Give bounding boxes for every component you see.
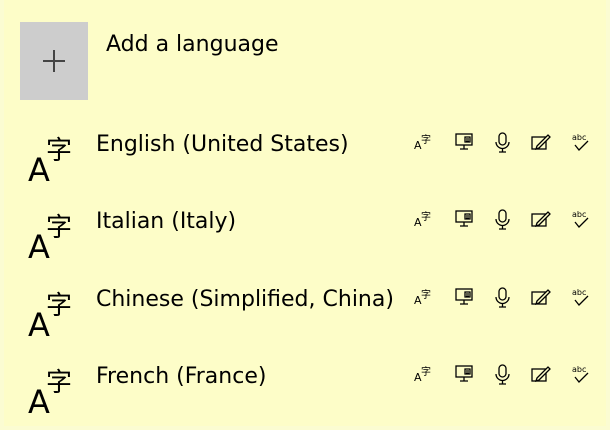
add-language-tile[interactable] bbox=[20, 22, 88, 100]
language-item-french[interactable]: A 字 French (France) A字 abc bbox=[28, 357, 598, 427]
handwriting-icon bbox=[530, 363, 552, 385]
add-language-label: Add a language bbox=[106, 32, 279, 57]
language-item-italian[interactable]: A 字 Italian (Italy) A字 abc bbox=[28, 202, 598, 272]
svg-text:abc: abc bbox=[572, 133, 586, 142]
language-character-icon: A 字 bbox=[28, 213, 72, 266]
speech-recognition-icon bbox=[492, 286, 514, 308]
svg-text:字: 字 bbox=[46, 136, 72, 166]
language-name: French (France) bbox=[96, 364, 267, 389]
display-language-icon bbox=[454, 208, 476, 230]
svg-text:abc: abc bbox=[572, 288, 586, 297]
svg-text:字: 字 bbox=[421, 133, 431, 146]
svg-text:字: 字 bbox=[46, 213, 72, 243]
language-item-chinese[interactable]: A 字 Chinese (Simplified, China) A字 abc bbox=[28, 280, 598, 350]
language-character-icon: A 字 bbox=[28, 368, 72, 421]
text-to-speech-icon: A字 bbox=[413, 131, 435, 153]
display-language-icon bbox=[454, 131, 476, 153]
svg-text:字: 字 bbox=[421, 365, 431, 378]
text-to-speech-icon: A字 bbox=[413, 208, 435, 230]
language-list: Add a language A 字 English (United State… bbox=[4, 0, 606, 426]
language-name: Italian (Italy) bbox=[96, 209, 237, 234]
text-to-speech-icon: A字 bbox=[413, 286, 435, 308]
language-name: Chinese (Simplified, China) bbox=[96, 287, 394, 312]
text-to-speech-icon: A字 bbox=[413, 363, 435, 385]
language-character-icon: A 字 bbox=[28, 136, 72, 189]
spell-check-icon: abc bbox=[570, 131, 592, 153]
svg-text:字: 字 bbox=[421, 210, 431, 223]
handwriting-icon bbox=[530, 286, 552, 308]
plus-icon bbox=[43, 50, 65, 72]
add-language-button[interactable]: Add a language bbox=[20, 22, 560, 102]
speech-recognition-icon bbox=[492, 131, 514, 153]
svg-text:字: 字 bbox=[421, 288, 431, 301]
svg-text:字: 字 bbox=[46, 291, 72, 321]
svg-text:abc: abc bbox=[572, 365, 586, 374]
speech-recognition-icon bbox=[492, 208, 514, 230]
svg-text:字: 字 bbox=[46, 368, 72, 398]
svg-text:abc: abc bbox=[572, 210, 586, 219]
spell-check-icon: abc bbox=[570, 286, 592, 308]
display-language-icon bbox=[454, 363, 476, 385]
spell-check-icon: abc bbox=[570, 363, 592, 385]
display-language-icon bbox=[454, 286, 476, 308]
speech-recognition-icon bbox=[492, 363, 514, 385]
language-name: English (United States) bbox=[96, 132, 349, 157]
language-character-icon: A 字 bbox=[28, 291, 72, 344]
handwriting-icon bbox=[530, 131, 552, 153]
language-item-english[interactable]: A 字 English (United States) A字 abc bbox=[28, 125, 598, 195]
spell-check-icon: abc bbox=[570, 208, 592, 230]
handwriting-icon bbox=[530, 208, 552, 230]
